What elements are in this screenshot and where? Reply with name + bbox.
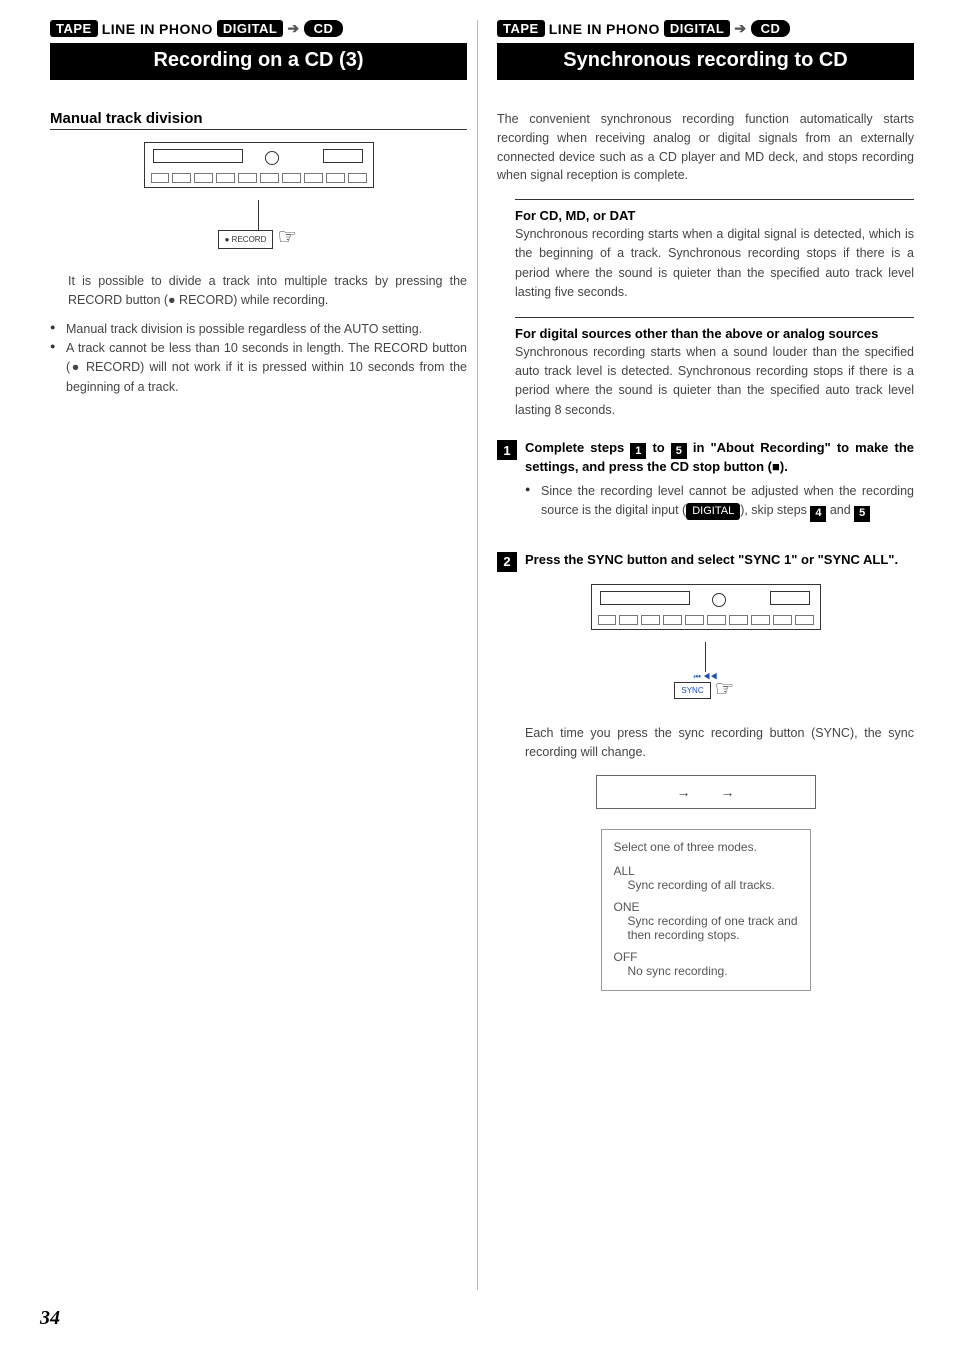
mode-all-d: Sync recording of all tracks. xyxy=(614,878,798,892)
left-para-1: It is possible to divide a track into mu… xyxy=(50,272,467,310)
right-column: TAPE LINE IN PHONO DIGITAL ➔ CD Synchron… xyxy=(497,20,914,991)
mode-off-t: OFF xyxy=(614,950,798,964)
record-button-label: ● RECORD xyxy=(218,230,274,249)
digital-pill: DIGITAL xyxy=(217,20,284,37)
sub1-head: For CD, MD, or DAT xyxy=(515,199,914,223)
step-2-body: Press the SYNC button and select "SYNC 1… xyxy=(525,552,898,572)
left-title-bar: Recording on a CD (3) xyxy=(50,43,467,80)
mode-one-t: ONE xyxy=(614,900,798,914)
left-column: TAPE LINE IN PHONO DIGITAL ➔ CD Recordin… xyxy=(50,20,467,991)
mode-box: Select one of three modes. ALL Sync reco… xyxy=(601,829,811,991)
right-intro: The convenient synchronous recording fun… xyxy=(497,110,914,185)
linein-label-r: LINE IN xyxy=(549,21,602,37)
digital-pill-r: DIGITAL xyxy=(664,20,731,37)
source-strip-left: TAPE LINE IN PHONO DIGITAL ➔ CD xyxy=(50,20,467,37)
sync-cycle-figure: → → xyxy=(596,775,816,809)
inline-num-1: 1 xyxy=(630,443,646,459)
arrow-icon: ➔ xyxy=(287,20,299,37)
hand-icon: ☞ xyxy=(277,226,303,252)
inline-num-4: 4 xyxy=(810,506,826,522)
mode-all-t: ALL xyxy=(614,864,798,878)
inline-num-5b: 5 xyxy=(854,506,870,522)
cycle-arrow-2: → xyxy=(721,784,735,800)
manual-track-heading: Manual track division xyxy=(50,110,467,130)
device-illustration xyxy=(144,142,374,188)
sub2-body: Synchronous recording starts when a soun… xyxy=(515,343,914,421)
column-divider xyxy=(477,20,478,1290)
mode-off-d: No sync recording. xyxy=(614,964,798,978)
page-number: 34 xyxy=(40,1307,60,1330)
after-fig-para: Each time you press the sync recording b… xyxy=(497,724,914,762)
sync-button-label: SYNC xyxy=(674,682,710,699)
modebox-head: Select one of three modes. xyxy=(614,840,798,854)
step-2-num: 2 xyxy=(497,552,517,572)
sub2-head: For digital sources other than the above… xyxy=(515,317,914,341)
step-2: 2 Press the SYNC button and select "SYNC… xyxy=(497,552,914,572)
cycle-arrow-1: → xyxy=(677,784,691,800)
hand-icon-r: ☞ xyxy=(715,678,741,704)
device-figure-left: ● RECORD ☞ xyxy=(50,142,467,256)
step1-pre: Complete steps xyxy=(525,440,630,455)
cd-pill: CD xyxy=(304,20,344,37)
linein-label: LINE IN xyxy=(102,21,155,37)
s1bb: ), skip steps xyxy=(740,503,810,517)
step1-bullet: Since the recording level cannot be adju… xyxy=(525,482,914,522)
step-1-num: 1 xyxy=(497,440,517,460)
step-1: 1 Complete steps 1 to 5 in "About Record… xyxy=(497,440,914,532)
inline-num-5: 5 xyxy=(671,443,687,459)
step2-text: Press the SYNC button and select "SYNC 1… xyxy=(525,552,898,567)
left-bullet-1: Manual track division is possible regard… xyxy=(50,320,467,339)
step-1-body: Complete steps 1 to 5 in "About Recordin… xyxy=(525,440,914,532)
right-title-bar: Synchronous recording to CD xyxy=(497,43,914,80)
arrow-icon-r: ➔ xyxy=(734,20,746,37)
tape-pill: TAPE xyxy=(50,20,98,37)
mode-one-d: Sync recording of one track and then rec… xyxy=(614,914,798,942)
step1-mid: to xyxy=(646,440,670,455)
phono-label: PHONO xyxy=(159,21,213,37)
pointer-line xyxy=(258,200,259,230)
source-strip-right: TAPE LINE IN PHONO DIGITAL ➔ CD xyxy=(497,20,914,37)
device-illustration-r xyxy=(591,584,821,630)
left-bullets: Manual track division is possible regard… xyxy=(50,320,467,398)
inline-digital-pill: DIGITAL xyxy=(686,503,740,520)
phono-label-r: PHONO xyxy=(606,21,660,37)
pointer-line-r xyxy=(705,642,706,672)
sub1-body: Synchronous recording starts when a digi… xyxy=(515,225,914,303)
cd-pill-r: CD xyxy=(751,20,791,37)
left-bullet-2: A track cannot be less than 10 seconds i… xyxy=(50,339,467,397)
tape-pill-r: TAPE xyxy=(497,20,545,37)
s1bc: and xyxy=(826,503,854,517)
device-figure-right: ⏮ ◀◀ SYNC ☞ xyxy=(497,584,914,708)
